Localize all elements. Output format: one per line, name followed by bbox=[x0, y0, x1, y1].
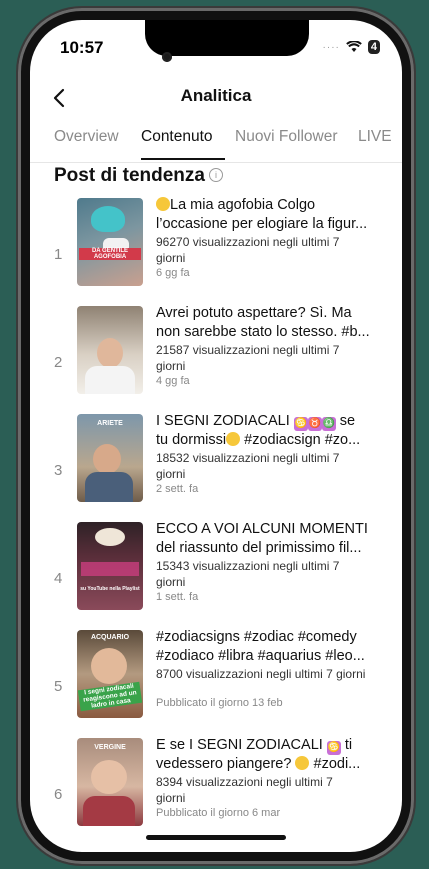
screen: 10:57 ···· 4 Analitica Overview Contenut… bbox=[30, 20, 402, 852]
post-date: 1 sett. fa bbox=[156, 591, 199, 603]
post-caption: #zodiacsigns #zodiac #comedy bbox=[156, 629, 357, 645]
post-caption-line-2: #zodiaco #libra #aquarius #leo... bbox=[156, 648, 365, 664]
notch bbox=[145, 20, 309, 56]
post-caption: La mia agofobia Colgo bbox=[156, 196, 392, 215]
status-icons: ···· 4 bbox=[323, 40, 380, 54]
post-views-line-2: giorni bbox=[156, 467, 186, 481]
post-views: 8700 visualizzazioni negli ultimi 7 gior… bbox=[156, 667, 366, 681]
tab-contenuto[interactable]: Contenuto bbox=[141, 128, 213, 146]
thumb-hat-shape bbox=[95, 528, 125, 546]
post-date: Pubblicato il giorno 6 mar bbox=[156, 807, 281, 819]
thumb-caption-top: ACQUARIO bbox=[90, 634, 130, 641]
thumb-face-shape bbox=[91, 760, 127, 794]
cancer-sign-icon: ♋ bbox=[326, 741, 341, 755]
page-title: Analitica bbox=[180, 86, 252, 105]
thumb-caption: VERGINE bbox=[94, 744, 126, 751]
post-caption-line-2: vedessero piangere? #zodi... bbox=[156, 756, 361, 772]
post-views-line-2: giorni bbox=[156, 251, 186, 265]
thumb-shirt-shape bbox=[85, 366, 135, 394]
video-thumbnail[interactable] bbox=[77, 306, 143, 394]
post-text: La mia agofobia Colgo l’occasione per el… bbox=[156, 196, 392, 280]
home-indicator bbox=[146, 835, 286, 840]
post-caption: E se I SEGNI ZODIACALI ♋ ti bbox=[156, 737, 353, 755]
video-thumbnail[interactable]: ACQUARIO I segni zodiacali reagiscono ad… bbox=[77, 630, 143, 718]
thumb-caption-mid: I segni zodiacali reagiscono ad un ladro… bbox=[77, 681, 143, 712]
status-time: 10:57 bbox=[60, 38, 104, 57]
sleeping-face-icon bbox=[226, 432, 241, 446]
thumb-caption: ARIETE bbox=[97, 420, 123, 427]
front-camera bbox=[162, 52, 172, 62]
libra-sign-icon: ♎ bbox=[321, 417, 336, 431]
thumb-hair-shape bbox=[91, 206, 125, 232]
post-text: E se I SEGNI ZODIACALI ♋ ti vedessero pi… bbox=[156, 736, 392, 820]
post-text: Avrei potuto aspettare? Sì. Ma non sareb… bbox=[156, 304, 392, 388]
post-caption: Avrei potuto aspettare? Sì. Ma bbox=[156, 305, 352, 321]
thumb-face-shape bbox=[93, 444, 121, 474]
list-item[interactable]: 3 ARIETE I SEGNI ZODIACALI ♋ ♉ ♎ se tu dor… bbox=[30, 412, 402, 522]
list-item[interactable]: 6 VERGINE E se I SEGNI ZODIACALI ♋ ti ve… bbox=[30, 736, 402, 846]
crying-face-icon bbox=[295, 756, 310, 770]
post-date: Pubblicato il giorno 13 feb bbox=[156, 697, 283, 709]
header: Analitica bbox=[30, 80, 402, 120]
list-item[interactable]: 4 su YouTube nella Playlist ECCO A VOI A… bbox=[30, 520, 402, 630]
post-caption: ECCO A VOI ALCUNI MOMENTI bbox=[156, 521, 368, 537]
thumb-banner-shape bbox=[81, 562, 139, 576]
tab-nuovi-follower[interactable]: Nuovi Follower bbox=[235, 128, 338, 146]
cancer-sign-icon: ♋ bbox=[293, 417, 308, 431]
active-tab-indicator bbox=[141, 158, 225, 160]
thumb-caption: su YouTube nella Playlist bbox=[80, 586, 140, 592]
video-thumbnail[interactable]: DA GENTILE AGOFOBIA bbox=[77, 198, 143, 286]
post-caption: I SEGNI ZODIACALI ♋ ♉ ♎ se bbox=[156, 413, 356, 431]
list-item[interactable]: 1 DA GENTILE AGOFOBIA La mia agofobia Co… bbox=[30, 196, 402, 306]
rank-number: 5 bbox=[54, 678, 63, 695]
tab-overview[interactable]: Overview bbox=[54, 128, 119, 146]
rank-number: 4 bbox=[54, 570, 63, 587]
post-caption-line-2: del riassunto del primissimo fil... bbox=[156, 540, 362, 556]
rank-number: 3 bbox=[54, 462, 63, 479]
wifi-icon bbox=[346, 41, 362, 52]
video-thumbnail[interactable]: ARIETE bbox=[77, 414, 143, 502]
post-caption-line-2: l’occasione per elogiare la figur... bbox=[156, 216, 368, 232]
list-item[interactable]: 5 ACQUARIO I segni zodiacali reagiscono … bbox=[30, 628, 402, 738]
post-caption-line-2: non sarebbe stato lo stesso. #b... bbox=[156, 324, 370, 340]
post-views: 15343 visualizzazioni negli ultimi 7 bbox=[156, 559, 340, 573]
post-views-line-2: giorni bbox=[156, 575, 186, 589]
list-item[interactable]: 2 Avrei potuto aspettare? Sì. Ma non sar… bbox=[30, 304, 402, 414]
post-views-line-2: giorni bbox=[156, 791, 186, 805]
info-icon[interactable]: i bbox=[208, 168, 223, 182]
video-thumbnail[interactable]: su YouTube nella Playlist bbox=[77, 522, 143, 610]
post-text: #zodiacsigns #zodiac #comedy #zodiaco #l… bbox=[156, 628, 392, 710]
post-caption-line-2: tu dormissi #zodiacsign #zo... bbox=[156, 432, 361, 448]
post-views: 96270 visualizzazioni negli ultimi 7 bbox=[156, 235, 340, 249]
rank-number: 6 bbox=[54, 786, 63, 803]
rank-number: 1 bbox=[54, 246, 63, 263]
post-views-line-2: giorni bbox=[156, 359, 186, 373]
post-date: 4 gg fa bbox=[156, 375, 190, 387]
tab-bar: Overview Contenuto Nuovi Follower LIVE bbox=[30, 126, 402, 163]
video-thumbnail[interactable]: VERGINE bbox=[77, 738, 143, 826]
phone-frame: 10:57 ···· 4 Analitica Overview Contenut… bbox=[18, 8, 414, 864]
section-title-text: Post di tendenza bbox=[54, 165, 205, 186]
rank-number: 2 bbox=[54, 354, 63, 371]
emoji-face-icon bbox=[156, 197, 170, 211]
thumb-face-shape bbox=[97, 338, 123, 368]
post-views: 18532 visualizzazioni negli ultimi 7 bbox=[156, 451, 340, 465]
post-date: 6 gg fa bbox=[156, 267, 190, 279]
thumb-caption: DA GENTILE AGOFOBIA bbox=[79, 248, 141, 260]
battery-icon: 4 bbox=[367, 40, 380, 54]
post-text: I SEGNI ZODIACALI ♋ ♉ ♎ se tu dormissi #zo… bbox=[156, 412, 392, 496]
post-views: 21587 visualizzazioni negli ultimi 7 bbox=[156, 343, 340, 357]
thumb-shirt-shape bbox=[83, 796, 135, 826]
thumb-shirt-shape bbox=[85, 472, 133, 502]
post-views: 8394 visualizzazioni negli ultimi 7 bbox=[156, 775, 333, 789]
post-date: 2 sett. fa bbox=[156, 483, 199, 495]
taurus-sign-icon: ♉ bbox=[307, 417, 322, 431]
signal-dots-icon: ···· bbox=[322, 41, 340, 53]
thumb-face-shape bbox=[91, 648, 127, 684]
post-text: ECCO A VOI ALCUNI MOMENTI del riassunto … bbox=[156, 520, 392, 604]
section-title: Post di tendenza i bbox=[54, 165, 223, 187]
tab-live[interactable]: LIVE bbox=[358, 128, 392, 146]
